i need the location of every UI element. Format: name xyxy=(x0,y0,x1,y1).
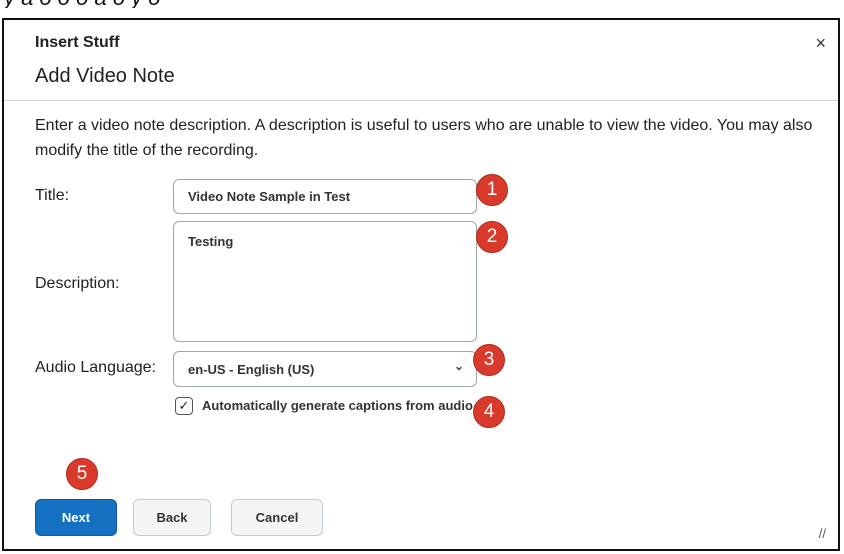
annotation-badge-1: 1 xyxy=(476,174,508,206)
dialog-description: Enter a video note description. A descri… xyxy=(35,117,813,159)
annotation-badge-5: 5 xyxy=(66,458,98,490)
dialog-header-label: Insert Stuff xyxy=(35,34,120,51)
title-label: Title: xyxy=(35,187,70,204)
annotation-badge-2: 2 xyxy=(476,221,508,253)
description-label: Description: xyxy=(35,275,120,292)
annotation-badge-4: 4 xyxy=(473,396,505,428)
close-icon[interactable]: × xyxy=(815,34,826,52)
title-input[interactable] xyxy=(173,179,477,214)
cropped-caption-text: y a o o o a o y o xyxy=(0,0,844,8)
audio-language-select[interactable]: en-US - English (US) ⌄ xyxy=(173,351,477,387)
annotation-badge-3: 3 xyxy=(473,344,505,376)
chevron-down-icon: ⌄ xyxy=(453,359,464,373)
back-button[interactable]: Back xyxy=(133,499,211,536)
checkmark-icon: ✓ xyxy=(178,398,190,413)
cancel-button[interactable]: Cancel xyxy=(231,499,323,536)
cropped-caption-fragment: y a o o o a o y o xyxy=(4,0,161,8)
insert-stuff-dialog: Insert Stuff × Add Video Note Enter a vi… xyxy=(2,18,840,551)
captions-checkbox[interactable]: ✓ xyxy=(175,397,193,415)
audio-language-label: Audio Language: xyxy=(35,359,156,376)
next-button[interactable]: Next xyxy=(35,499,117,536)
description-textarea[interactable]: Testing xyxy=(173,221,477,342)
audio-language-value: en-US - English (US) xyxy=(188,362,315,377)
captions-label: Automatically generate captions from aud… xyxy=(202,398,473,413)
resize-grip-icon[interactable]: // xyxy=(819,526,826,541)
dialog-title: Add Video Note xyxy=(35,65,175,87)
header-divider xyxy=(4,100,838,101)
